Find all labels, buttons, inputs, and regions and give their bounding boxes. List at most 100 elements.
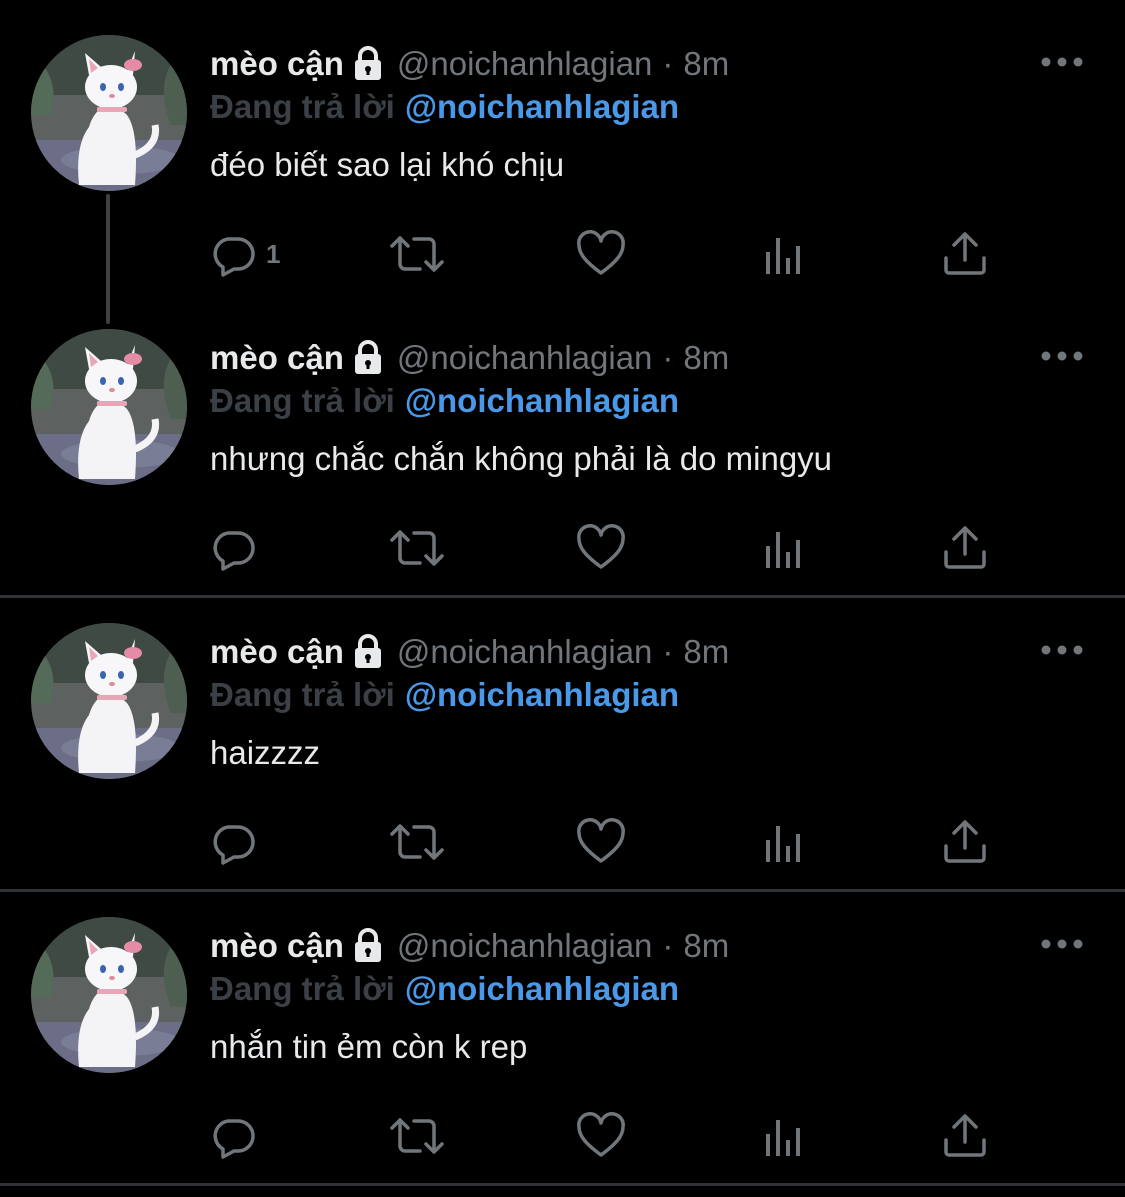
tweet[interactable]: mèo cận @noichanhlagian · 8m Đang trả lờ… [0,882,1125,1176]
more-options-icon [1041,351,1083,361]
reply-button[interactable] [210,1108,266,1164]
tweet[interactable]: mèo cận @noichanhlagian · 8m Đang trả lờ… [0,294,1125,588]
views-button[interactable] [762,814,806,870]
more-options-button[interactable] [1040,932,1084,956]
like-button[interactable] [576,226,626,282]
retweet-button[interactable] [388,520,446,576]
more-options-icon [1041,57,1083,67]
reply-icon [213,531,255,571]
retweet-icon [390,1118,444,1154]
replying-to: Đang trả lời @noichanhlagian [210,88,679,126]
cat-avatar-image [31,623,187,779]
timestamp[interactable]: 8m [683,633,729,671]
timestamp[interactable]: 8m [683,927,729,965]
user-handle[interactable]: @noichanhlagian [397,927,653,965]
retweet-button[interactable] [388,226,446,282]
lock-icon [353,634,383,670]
like-icon [577,1112,625,1157]
replying-to-mention[interactable]: @noichanhlagian [405,970,679,1007]
user-handle[interactable]: @noichanhlagian [397,633,653,671]
tweet-feed: mèo cận @noichanhlagian · 8m Đang trả lờ… [0,0,1125,1197]
reply-button[interactable] [210,814,266,870]
display-name[interactable]: mèo cận [210,633,344,671]
separator-dot: · [662,45,674,82]
tweet-text: haizzzz [210,734,321,771]
tweet[interactable]: mèo cận @noichanhlagian · 8m Đang trả lờ… [0,0,1125,324]
tweet-actions [210,814,1010,870]
views-button[interactable] [762,226,806,282]
replying-to-mention[interactable]: @noichanhlagian [405,676,679,713]
avatar[interactable] [31,917,187,1073]
retweet-icon [390,530,444,566]
tweet-text: đéo biết sao lại khó chịu [210,146,565,183]
avatar[interactable] [31,329,187,485]
timestamp[interactable]: 8m [683,339,729,377]
reply-button[interactable] [210,520,266,576]
replying-to-label: Đang trả lời [210,970,395,1007]
like-button[interactable] [576,520,626,576]
tweet-actions [210,520,1010,576]
tweet-header: mèo cận @noichanhlagian · 8m [210,924,729,968]
tweet-actions [210,1108,1010,1164]
replying-to: Đang trả lời @noichanhlagian [210,970,679,1008]
avatar[interactable] [31,623,187,779]
share-icon [944,232,986,275]
replying-to-mention[interactable]: @noichanhlagian [405,88,679,125]
reply-icon [213,1119,255,1159]
share-button[interactable] [942,814,988,870]
separator-dot: · [662,633,674,670]
cat-avatar-image [31,917,187,1073]
views-icon [766,826,800,862]
replying-to: Đang trả lời @noichanhlagian [210,382,679,420]
tweet-divider [0,1183,1125,1186]
views-icon [766,532,800,568]
more-options-icon [1041,939,1083,949]
reply-icon [213,237,255,277]
replying-to: Đang trả lời @noichanhlagian [210,676,679,714]
reply-button[interactable]: 1 [210,226,280,282]
views-icon [766,238,800,274]
retweet-icon [390,236,444,272]
tweet-header: mèo cận @noichanhlagian · 8m [210,630,729,674]
user-handle[interactable]: @noichanhlagian [397,339,653,377]
replying-to-label: Đang trả lời [210,676,395,713]
display-name[interactable]: mèo cận [210,927,344,965]
more-options-icon [1041,645,1083,655]
tweet-header: mèo cận @noichanhlagian · 8m [210,336,729,380]
replying-to-label: Đang trả lời [210,88,395,125]
share-button[interactable] [942,1108,988,1164]
like-button[interactable] [576,814,626,870]
share-icon [944,820,986,863]
tweet-header: mèo cận @noichanhlagian · 8m [210,42,729,86]
like-icon [577,818,625,863]
lock-icon [353,928,383,964]
share-button[interactable] [942,226,988,282]
tweet-actions: 1 [210,226,1010,282]
lock-icon [353,340,383,376]
display-name[interactable]: mèo cận [210,339,344,377]
views-button[interactable] [762,1108,806,1164]
avatar[interactable] [31,35,187,191]
more-options-button[interactable] [1040,638,1084,662]
views-button[interactable] [762,520,806,576]
share-button[interactable] [942,520,988,576]
user-handle[interactable]: @noichanhlagian [397,45,653,83]
cat-avatar-image [31,35,187,191]
like-icon [577,524,625,569]
replying-to-mention[interactable]: @noichanhlagian [405,382,679,419]
more-options-button[interactable] [1040,50,1084,74]
tweet[interactable]: mèo cận @noichanhlagian · 8m Đang trả lờ… [0,588,1125,882]
share-icon [944,1114,986,1157]
like-icon [577,230,625,275]
retweet-button[interactable] [388,814,446,870]
more-options-button[interactable] [1040,344,1084,368]
replying-to-label: Đang trả lời [210,382,395,419]
display-name[interactable]: mèo cận [210,45,344,83]
tweet-text: nhắn tin ẻm còn k rep [210,1028,528,1065]
retweet-button[interactable] [388,1108,446,1164]
timestamp[interactable]: 8m [683,45,729,83]
reply-count: 1 [266,238,281,269]
like-button[interactable] [576,1108,626,1164]
share-icon [944,526,986,569]
retweet-icon [390,824,444,860]
